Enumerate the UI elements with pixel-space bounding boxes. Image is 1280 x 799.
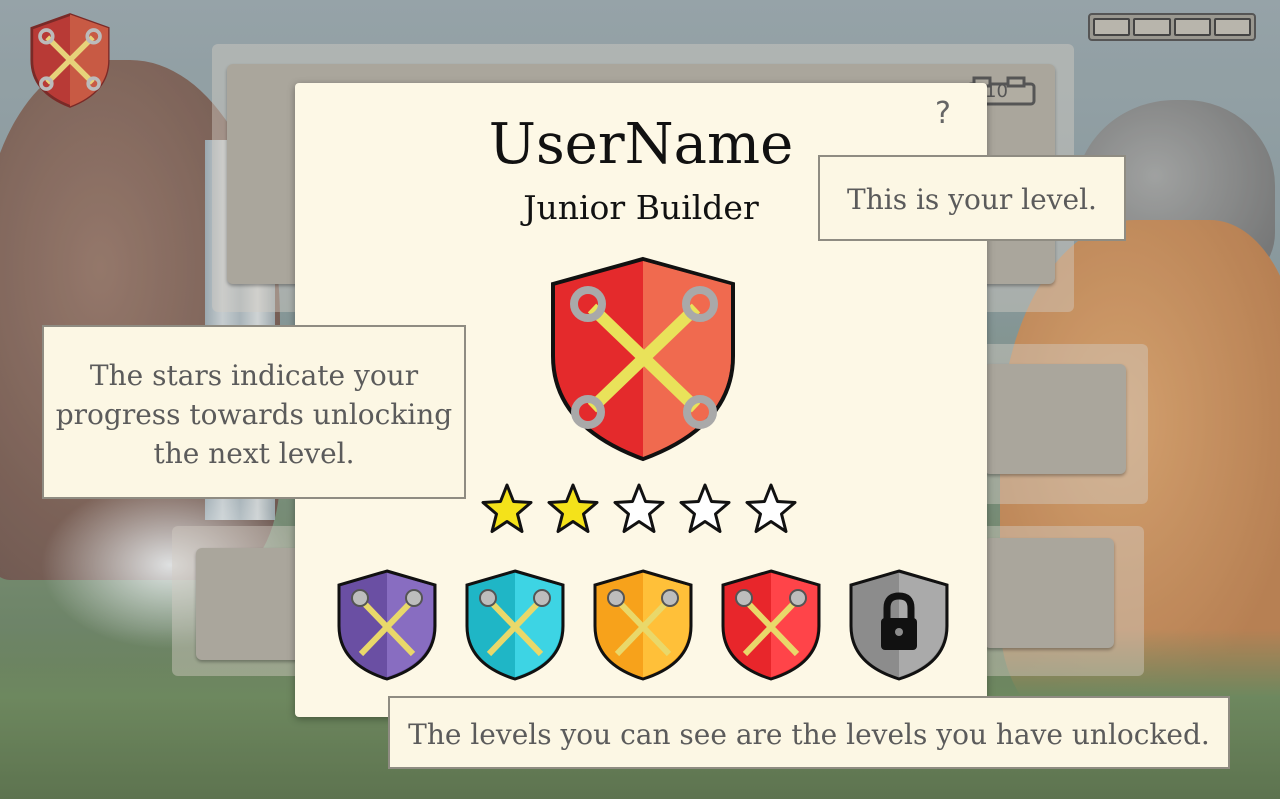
unlocked-levels [336,568,950,682]
crossed-wrenches-icon[interactable] [720,568,822,682]
tooltip-levels: The levels you can see are the levels yo… [388,696,1230,769]
level-shield-icon[interactable] [24,10,116,110]
tooltip-level: This is your level. [818,155,1126,241]
brick-segment [1173,18,1211,36]
progress-stars [480,482,798,536]
crossed-drills-icon[interactable] [336,568,438,682]
brick-count: 10 [985,81,1008,102]
brick-progress-bar [1088,13,1256,41]
crossed-wrenches-icon [551,256,735,462]
brick-segment [1093,18,1131,36]
star-filled-icon [481,483,533,533]
tooltip-stars: The stars indicate your progress towards… [42,325,466,499]
crossed-screwdrivers-icon[interactable] [592,568,694,682]
padlock-icon[interactable] [848,568,950,682]
star-empty-icon [613,483,665,533]
star-empty-icon [679,483,731,533]
crossed-hammers-icon[interactable] [464,568,566,682]
brick-segment [1133,18,1171,36]
background-panel-inner [984,364,1126,474]
background-panel-inner [984,538,1114,648]
star-filled-icon [547,483,599,533]
brick-segment [1213,18,1251,36]
star-empty-icon [745,483,797,533]
